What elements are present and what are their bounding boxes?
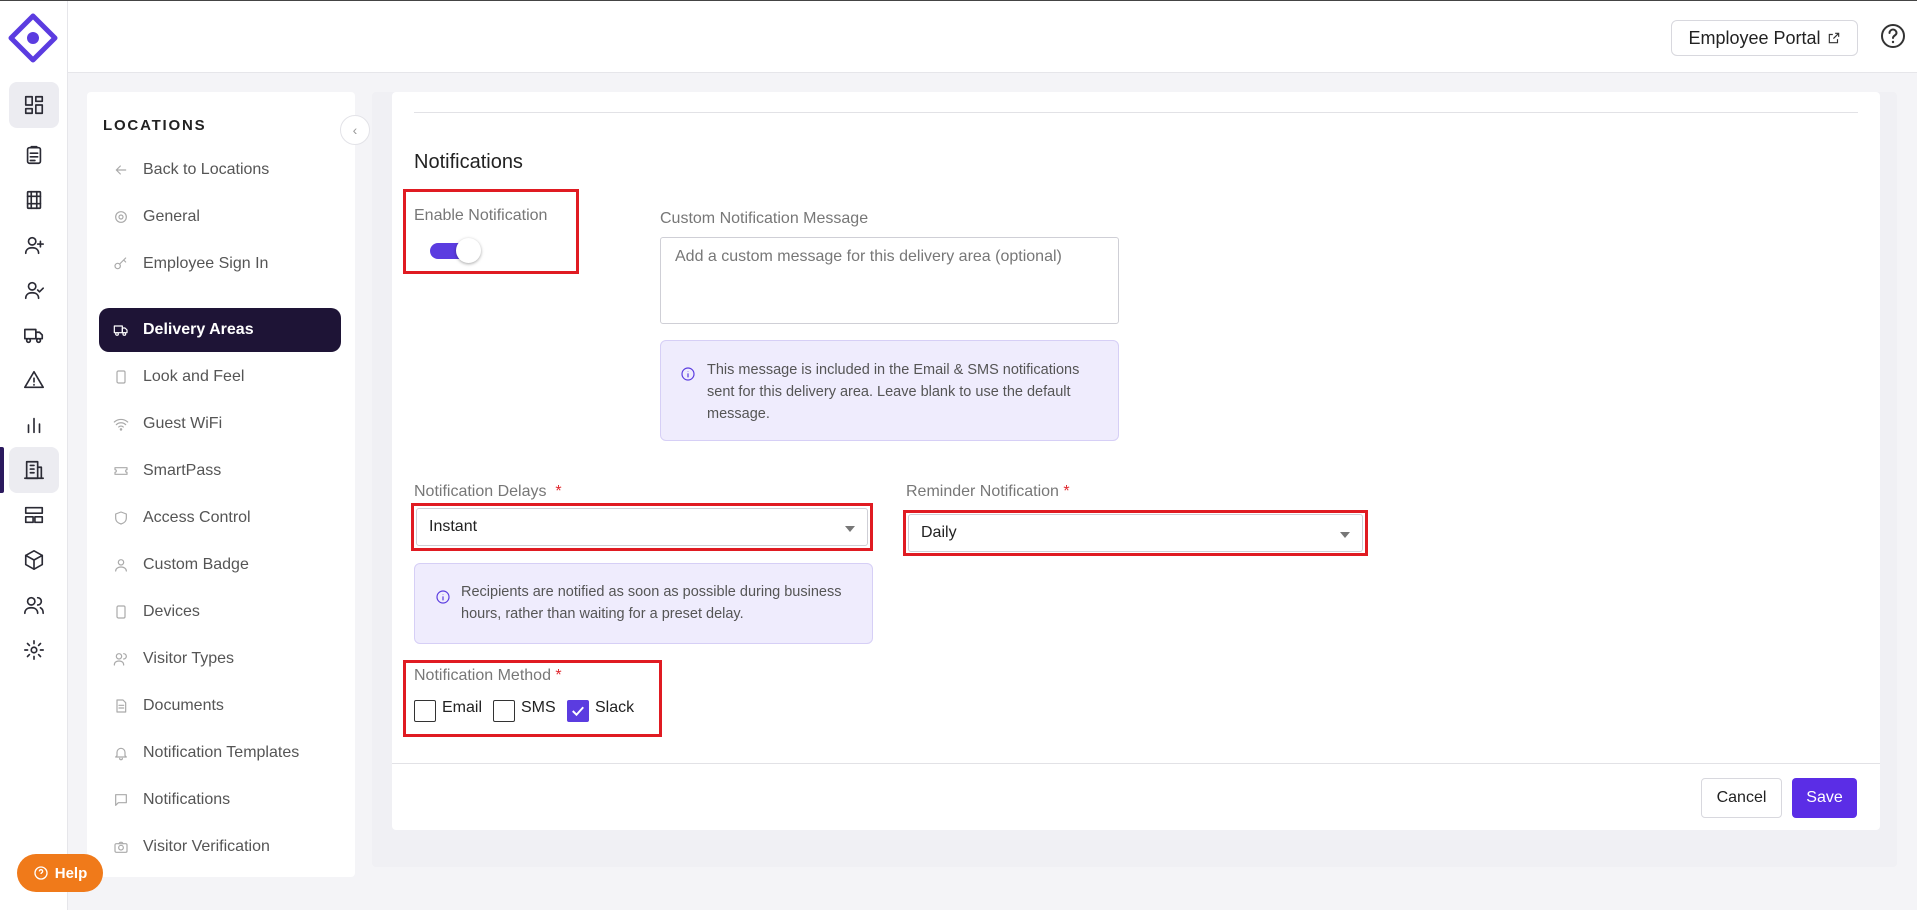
arrow-left-icon [115,165,127,175]
key-icon [114,257,127,270]
app-logo-icon[interactable] [8,13,58,63]
custom-message-info-text: This message is included in the Email & … [707,362,1080,422]
reminder-notification-select[interactable]: Daily [908,514,1363,552]
cube-icon[interactable] [9,537,59,583]
save-button[interactable]: Save [1792,778,1857,818]
clipboard-icon[interactable] [9,132,59,178]
building-icon[interactable] [9,447,59,493]
tablet-icon [116,370,126,384]
menu-item-smartpass[interactable]: SmartPass [99,449,341,493]
menu-item-look-and-feel[interactable]: Look and Feel [99,355,341,399]
sms-checkbox[interactable] [493,700,515,722]
chevron-left-icon: ‹ [352,122,358,138]
notification-delays-value: Instant [429,518,478,535]
rail-active-indicator [0,447,4,493]
help-circle-icon[interactable] [1879,22,1907,50]
menu-item-delivery-areas[interactable]: Delivery Areas [99,308,341,352]
reminder-notification-value: Daily [921,524,957,541]
truck-icon[interactable] [9,312,59,358]
users-icon[interactable] [9,582,59,628]
menu-item-documents[interactable]: Documents [99,684,341,728]
menu-item-employee-sign-in[interactable]: Employee Sign In [99,242,341,286]
sms-checkbox-label: SMS [521,699,556,716]
ticket-icon [114,467,128,475]
delays-info: Recipients are notified as soon as possi… [414,563,873,644]
menu-item-devices[interactable]: Devices [99,590,341,634]
email-checkbox-label: Email [442,699,483,716]
footer-divider [392,763,1880,764]
gear-icon [115,211,127,223]
external-link-icon [1828,32,1839,44]
bar-chart-icon[interactable] [9,402,59,448]
section-title: Notifications [414,151,523,173]
users-icon [113,653,127,666]
custom-message-label: Custom Notification Message [660,210,869,227]
camera-icon [114,841,128,853]
caret-down-icon [845,526,855,532]
menu-item-guest-wifi[interactable]: Guest WiFi [99,402,341,446]
menu-item-custom-badge[interactable]: Custom Badge [99,543,341,587]
notebook-icon[interactable] [9,177,59,223]
delays-info-text: Recipients are notified as soon as possi… [461,584,842,622]
gear-icon[interactable] [9,627,59,673]
section-divider [414,112,1858,113]
help-button-label: Help [54,864,88,882]
employee-portal-label: Employee Portal [1688,27,1821,48]
locations-menu-title: LOCATIONS [103,117,207,134]
help-circle-icon [34,866,48,880]
menu-item-access-control[interactable]: Access Control [99,496,341,540]
slack-checkbox-label: Slack [595,699,635,716]
required-asterisk: * [555,483,562,500]
truck-icon [113,325,128,336]
icon-rail [0,1,68,910]
required-asterisk: * [1063,483,1070,500]
dashboard-icon[interactable] [9,82,59,128]
menu-item-visitor-verification[interactable]: Visitor Verification [99,825,341,869]
custom-message-info: This message is included in the Email & … [660,340,1119,441]
shield-icon [115,511,127,525]
employee-portal-button[interactable]: Employee Portal [1671,20,1858,56]
wifi-icon [113,418,129,431]
info-icon [435,589,451,605]
locations-menu: LOCATIONS Back to Locations General Empl… [87,92,355,877]
user-plus-icon[interactable] [9,222,59,268]
alert-triangle-icon[interactable] [9,357,59,403]
message-icon [115,794,127,806]
bell-icon [115,747,127,761]
user-check-icon[interactable] [9,267,59,313]
notification-delays-select[interactable]: Instant [416,508,868,546]
enable-notification-toggle[interactable] [428,237,481,265]
notification-method-label: Notification Method * [414,667,562,684]
caret-down-icon [1340,532,1350,538]
top-header: Employee Portal P [68,1,1917,73]
layout-icon[interactable] [9,492,59,538]
device-icon [116,605,126,619]
email-checkbox[interactable] [414,700,436,722]
menu-item-notifications[interactable]: Notifications [99,778,341,822]
info-icon [680,366,696,382]
toggle-knob [456,238,481,263]
enable-notification-label: Enable Notification [414,207,548,224]
notification-delays-label: Notification Delays * [414,483,562,500]
collapse-menu-button[interactable]: ‹ [340,115,370,145]
cancel-button[interactable]: Cancel [1701,778,1782,818]
user-icon [115,559,127,572]
slack-checkbox[interactable] [567,700,589,722]
menu-item-back-to-locations[interactable]: Back to Locations [99,148,341,192]
menu-item-visitor-types[interactable]: Visitor Types [99,637,341,681]
checkmark-icon [572,706,584,717]
document-icon [116,699,127,713]
menu-item-notification-templates[interactable]: Notification Templates [99,731,341,775]
required-asterisk: * [555,667,562,684]
reminder-notification-label: Reminder Notification * [906,483,1070,500]
custom-message-field[interactable] [660,237,1119,324]
menu-item-general[interactable]: General [99,195,341,239]
help-button[interactable]: Help [17,854,103,892]
